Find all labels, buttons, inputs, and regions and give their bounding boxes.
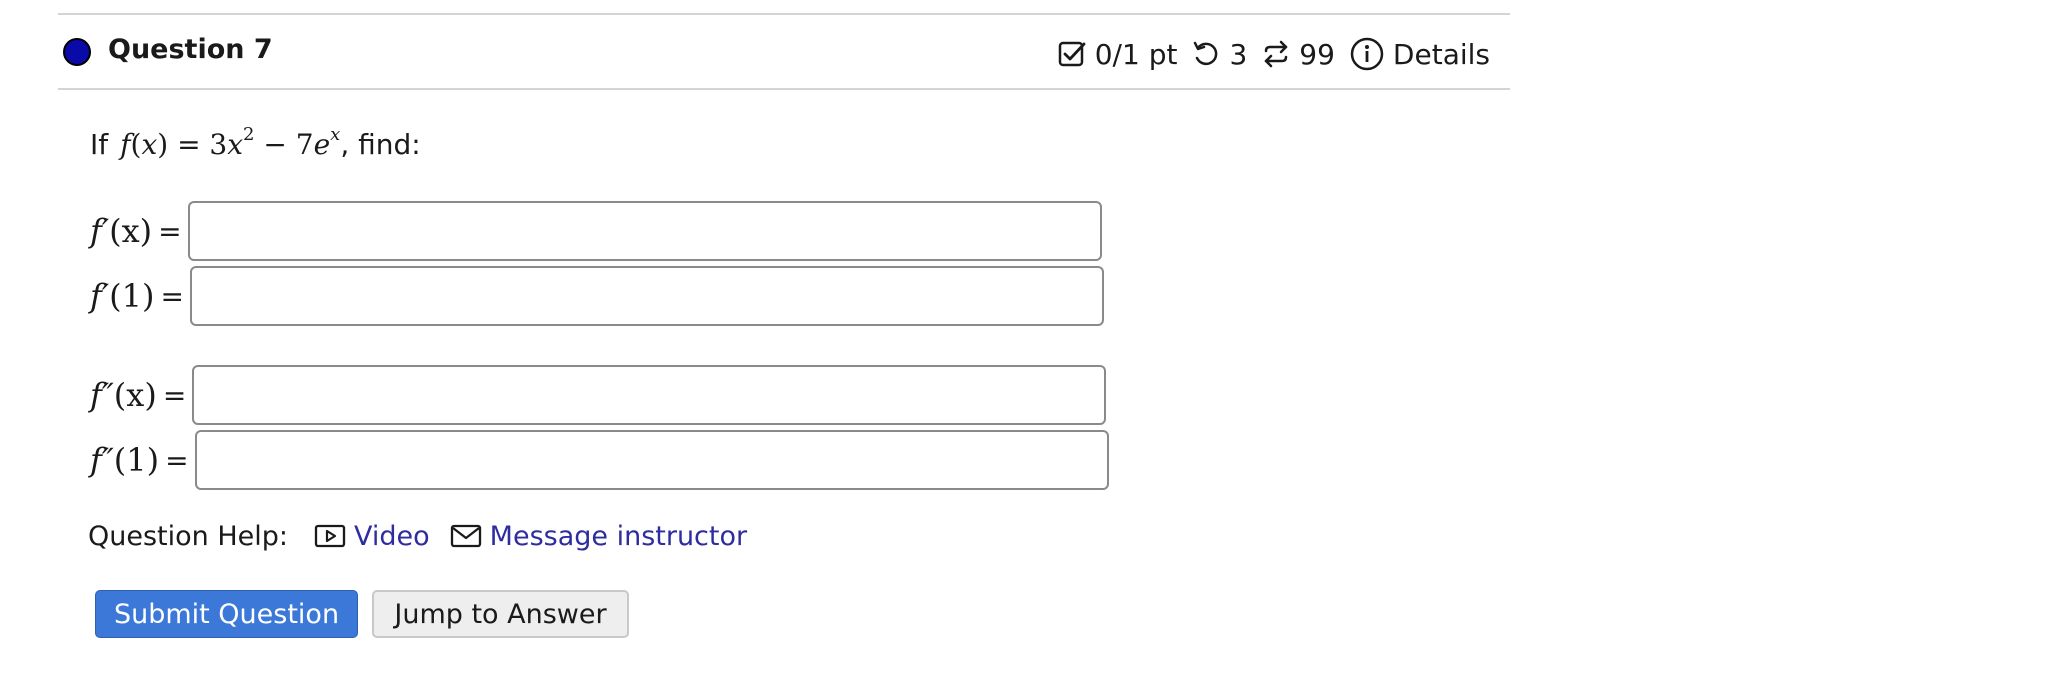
question-help-label: Question Help: <box>88 520 288 552</box>
equals-sign: = <box>160 279 184 313</box>
header-bottom-divider <box>58 88 1510 90</box>
answer-row-fprime-x: f′ (x) = <box>90 201 1102 261</box>
header-top-divider <box>58 13 1510 15</box>
video-icon <box>314 520 346 552</box>
fprime-x-input[interactable] <box>187 201 1102 261</box>
function-expression: f(x) = 3x2 − 7ex <box>120 124 341 161</box>
answer-row-fdoubleprime-1: f″ (1) = <box>90 430 1109 490</box>
video-link[interactable]: Video <box>314 520 430 552</box>
equals-sign: = <box>158 214 182 248</box>
answer-label: f″ (1) <box>90 441 159 479</box>
answer-row-fdoubleprime-x: f″ (x) = <box>90 365 1107 425</box>
attempts-icon <box>1261 39 1291 69</box>
fdoubleprime-1-input[interactable] <box>194 430 1109 490</box>
answer-label-arg: (x) <box>113 376 157 414</box>
question-header: Question 7 0/1 pt 3 99 Details <box>58 20 1510 86</box>
fprime-1-input[interactable] <box>189 266 1104 326</box>
prompt-prefix: If <box>90 128 109 161</box>
details-link[interactable]: Details <box>1393 38 1490 71</box>
message-instructor-label: Message instructor <box>489 520 748 552</box>
checkbox-icon <box>1057 39 1087 69</box>
answer-label-arg: (1) <box>109 277 155 315</box>
answer-label-fn: f′ <box>90 277 110 315</box>
envelope-icon <box>450 520 482 552</box>
fdoubleprime-x-input[interactable] <box>192 365 1107 425</box>
video-link-label: Video <box>354 520 430 552</box>
prompt-suffix: , find: <box>340 128 421 161</box>
answer-label-fn: f″ <box>90 441 114 479</box>
question-title: Question 7 <box>108 34 273 65</box>
score-text: 0/1 pt <box>1094 37 1178 71</box>
answer-label-fn: f′ <box>90 212 110 250</box>
answer-label-fn: f″ <box>90 376 114 414</box>
answer-label: f″ (x) <box>90 376 157 414</box>
status-dot-icon <box>63 38 91 66</box>
answer-label-arg: (1) <box>113 441 160 479</box>
equals-sign: = <box>162 378 187 412</box>
retry-icon <box>1191 39 1221 69</box>
answer-label-arg: (x) <box>109 212 153 250</box>
equals-sign: = <box>165 443 189 477</box>
question-prompt: If f(x) = 3x2 − 7ex , find: <box>90 124 421 161</box>
retries-count: 3 <box>1229 37 1248 71</box>
answer-label: f′ (x) <box>90 212 152 250</box>
question-help: Question Help: Video Message instructor <box>88 520 767 552</box>
question-meta: 0/1 pt 3 99 Details <box>1057 36 1490 72</box>
jump-to-answer-button[interactable]: Jump to Answer <box>372 590 629 638</box>
answer-label: f′ (1) <box>90 277 154 315</box>
answer-row-fprime-1: f′ (1) = <box>90 266 1104 326</box>
info-icon[interactable] <box>1349 36 1385 72</box>
submit-question-button[interactable]: Submit Question <box>95 590 358 638</box>
message-instructor-link[interactable]: Message instructor <box>450 520 747 552</box>
attempts-count: 99 <box>1299 37 1335 71</box>
